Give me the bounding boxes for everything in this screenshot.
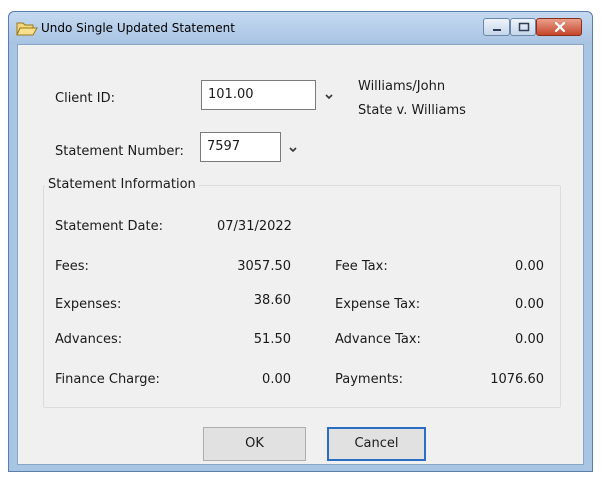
client-name: Williams/John bbox=[358, 79, 446, 94]
fee-tax-value: 0.00 bbox=[515, 259, 544, 274]
fee-tax-label: Fee Tax: bbox=[335, 259, 388, 274]
advances-value: 51.50 bbox=[253, 332, 291, 347]
payments-value: 1076.60 bbox=[490, 372, 544, 387]
expense-tax-label: Expense Tax: bbox=[335, 297, 421, 312]
advance-tax-value: 0.00 bbox=[515, 332, 544, 347]
finance-charge-value: 0.00 bbox=[262, 372, 291, 387]
fees-label: Fees: bbox=[55, 259, 89, 274]
ok-button[interactable]: OK bbox=[203, 427, 306, 461]
client-id-label: Client ID: bbox=[55, 91, 115, 106]
expenses-value: 38.60 bbox=[253, 293, 291, 308]
statement-date-label: Statement Date: bbox=[55, 219, 163, 234]
client-id-field[interactable]: 101.00 bbox=[201, 80, 316, 110]
cancel-button[interactable]: Cancel bbox=[327, 427, 426, 461]
finance-charge-label: Finance Charge: bbox=[55, 372, 160, 387]
expenses-label: Expenses: bbox=[55, 297, 122, 312]
chevron-down-icon bbox=[289, 147, 297, 153]
advance-tax-label: Advance Tax: bbox=[335, 332, 421, 347]
statement-info-title: Statement Information bbox=[45, 177, 199, 192]
chevron-down-icon bbox=[325, 94, 333, 100]
dialog-body: Client ID: 101.00 Williams/John State v.… bbox=[17, 44, 584, 465]
expense-tax-value: 0.00 bbox=[515, 297, 544, 312]
statement-number-field[interactable]: 7597 bbox=[200, 132, 281, 162]
close-button[interactable] bbox=[536, 18, 582, 36]
statement-date-value: 07/31/2022 bbox=[217, 219, 292, 234]
case-name: State v. Williams bbox=[358, 103, 466, 118]
dialog-window: Undo Single Updated Statement Client ID:… bbox=[8, 11, 593, 472]
fees-value: 3057.50 bbox=[237, 259, 291, 274]
title-bar[interactable]: Undo Single Updated Statement bbox=[9, 12, 592, 44]
client-id-dropdown[interactable] bbox=[323, 91, 335, 101]
advances-label: Advances: bbox=[55, 332, 123, 347]
window-title: Undo Single Updated Statement bbox=[41, 21, 235, 35]
statement-number-dropdown[interactable] bbox=[287, 144, 299, 154]
folder-open-icon bbox=[16, 20, 38, 36]
maximize-button[interactable] bbox=[510, 18, 536, 36]
close-icon bbox=[554, 21, 566, 33]
minimize-button[interactable] bbox=[483, 18, 510, 36]
payments-label: Payments: bbox=[335, 372, 404, 387]
statement-number-label: Statement Number: bbox=[55, 144, 184, 159]
